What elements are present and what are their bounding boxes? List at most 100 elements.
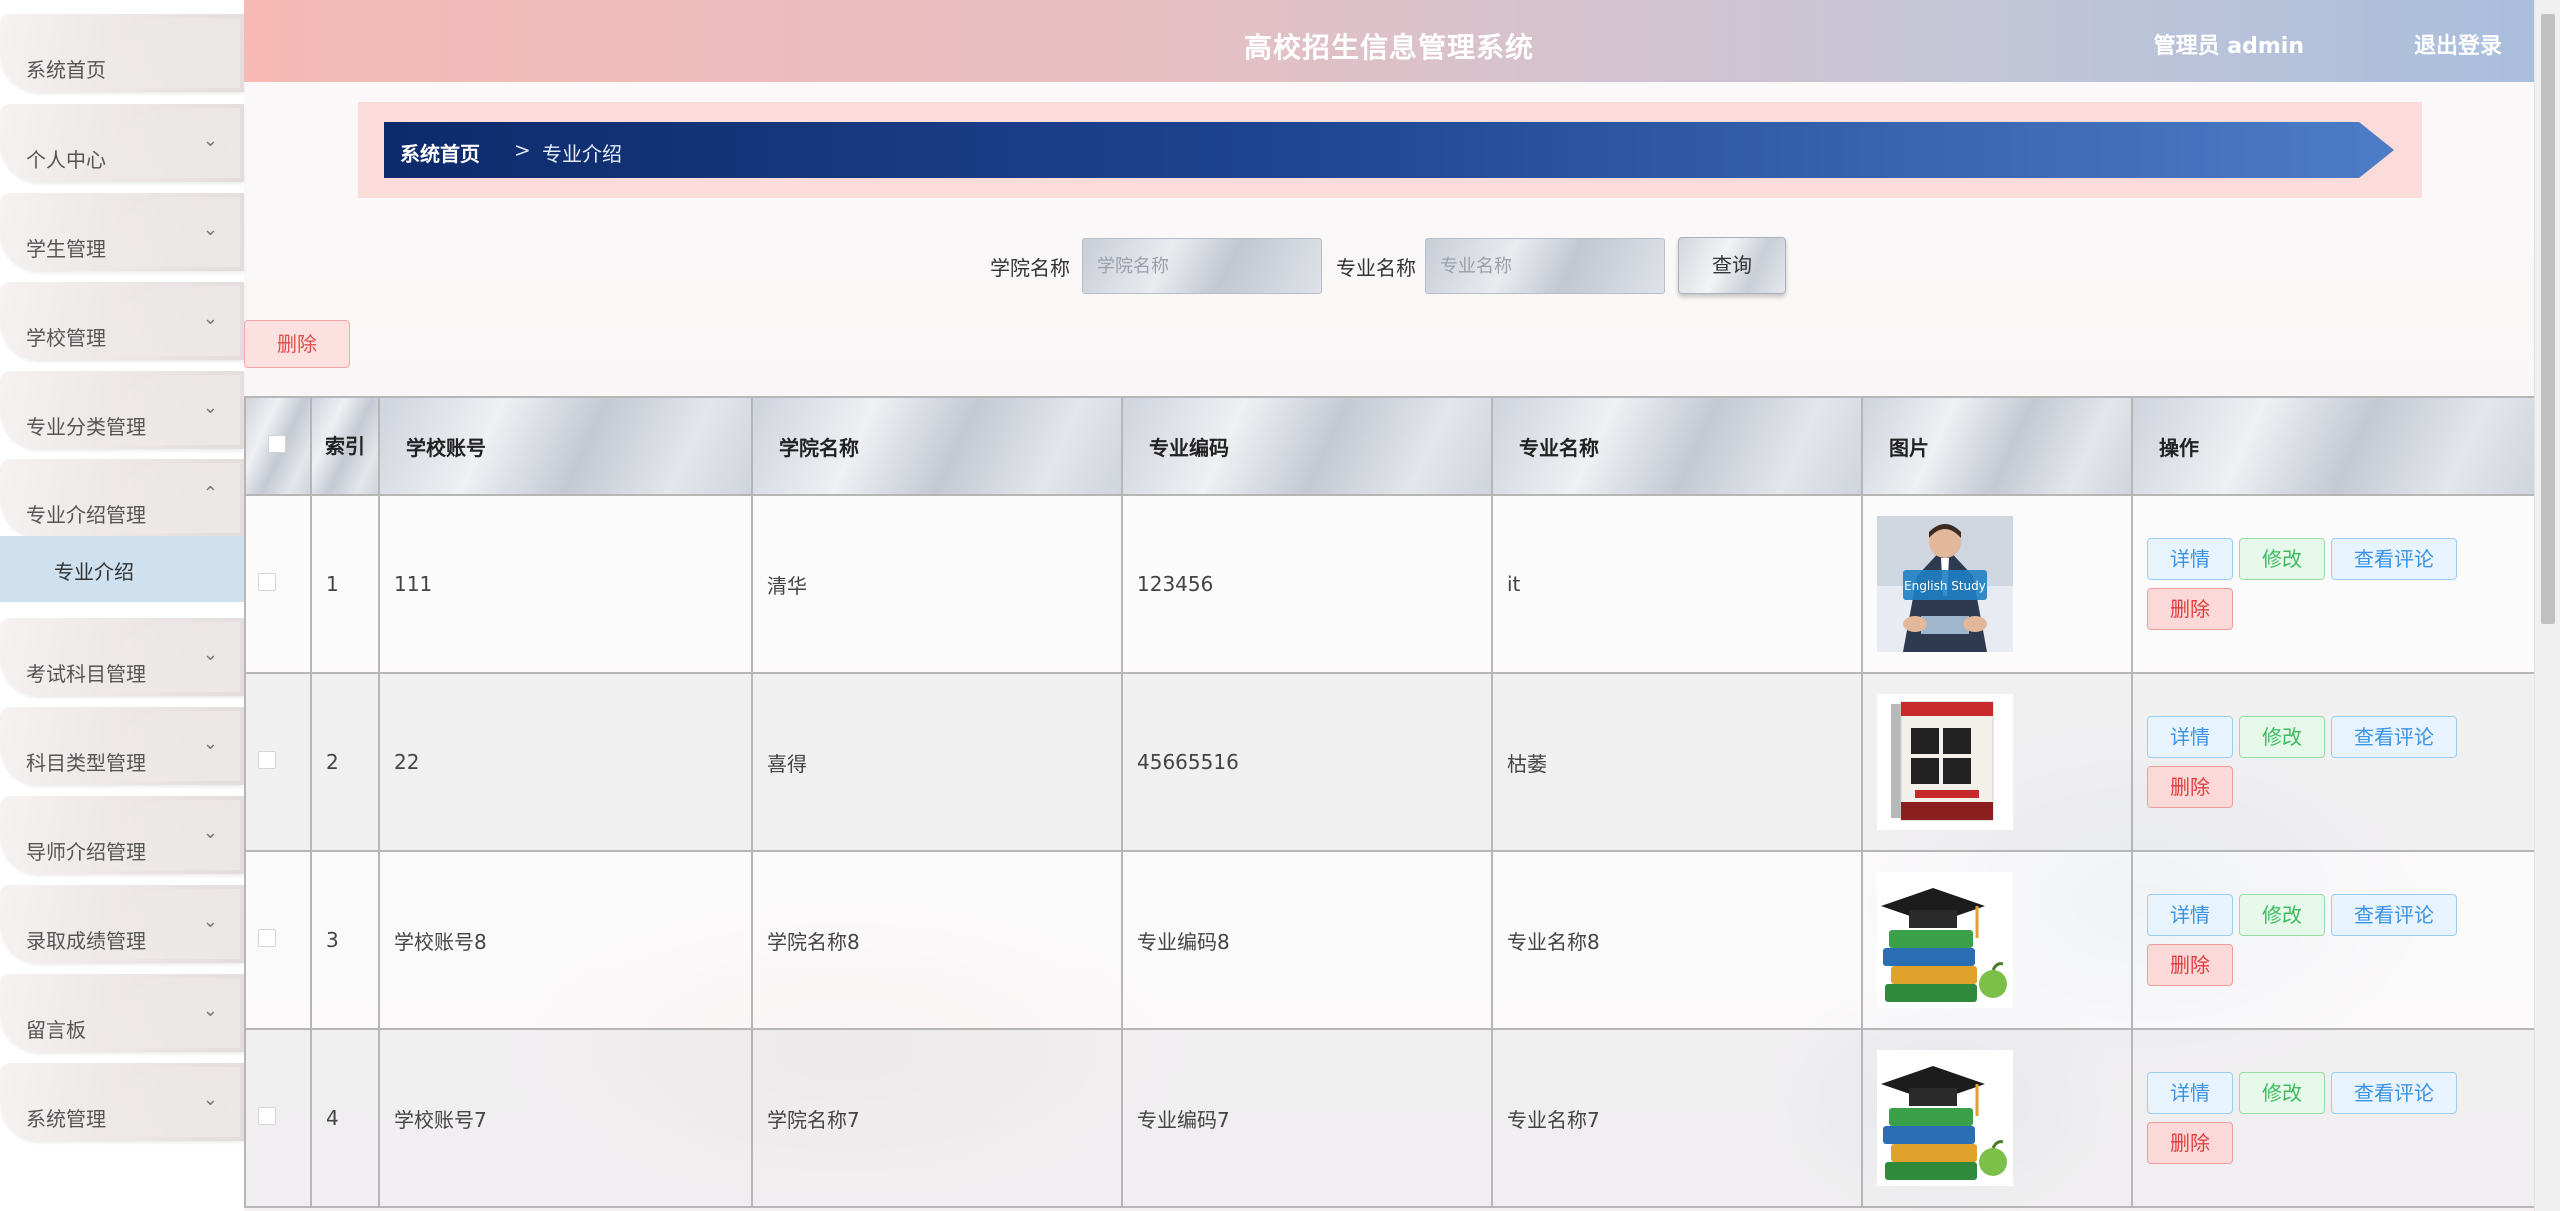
chevron-down-icon: ⌄ xyxy=(202,1000,218,1021)
sidebar-item-system-management[interactable]: 系统管理 ⌄ xyxy=(0,1063,244,1141)
cell-college-name: 学院名称8 xyxy=(751,850,1123,1030)
cell-operations: 详情 修改 查看评论 删除 xyxy=(2131,850,2536,1030)
sidebar-item-tutors[interactable]: 导师介绍管理 ⌄ xyxy=(0,796,244,874)
politics-book-cover[interactable] xyxy=(1877,694,2013,830)
sidebar-item-label: 专业分类管理 xyxy=(26,415,146,439)
submenu-item-major-intro[interactable]: 专业介绍 xyxy=(0,536,244,602)
vertical-scrollbar[interactable] xyxy=(2534,0,2560,1211)
table-row: 1 111 清华 123456 it English Study 详情 修改 查… xyxy=(244,494,2536,674)
batch-delete-button[interactable]: 删除 xyxy=(244,320,350,368)
breadcrumb-home-link[interactable]: 系统首页 xyxy=(400,138,480,167)
chevron-down-icon: ⌄ xyxy=(202,130,218,151)
edit-button[interactable]: 修改 xyxy=(2239,538,2325,580)
delete-button[interactable]: 删除 xyxy=(2147,766,2233,808)
cell-school-account: 学校账号7 xyxy=(378,1028,753,1208)
sidebar-item-exam-subjects[interactable]: 考试科目管理 ⌄ xyxy=(0,618,244,696)
row-checkbox[interactable] xyxy=(258,1107,276,1125)
cell-major-name: 专业名称8 xyxy=(1491,850,1863,1030)
cell-image xyxy=(1861,672,2133,852)
cell-image xyxy=(1861,1028,2133,1208)
scrollbar-thumb[interactable] xyxy=(2541,14,2555,624)
sidebar-item-label: 学生管理 xyxy=(26,237,106,261)
submenu-item-label: 专业介绍 xyxy=(54,560,134,584)
cell-school-account: 学校账号8 xyxy=(378,850,753,1030)
edit-button[interactable]: 修改 xyxy=(2239,1072,2325,1114)
cell-index: 3 xyxy=(310,850,380,1030)
chevron-down-icon: ⌄ xyxy=(202,733,218,754)
sidebar-item-home[interactable]: 系统首页 xyxy=(0,14,244,92)
sidebar-item-students[interactable]: 学生管理 ⌄ xyxy=(0,193,244,271)
major-search-label: 专业名称 xyxy=(1336,256,1416,280)
cell-major-code: 45665516 xyxy=(1121,672,1493,852)
sidebar-item-label: 科目类型管理 xyxy=(26,751,146,775)
graduation-books-icon[interactable] xyxy=(1877,1050,2013,1186)
english-study-photo[interactable]: English Study xyxy=(1877,516,2013,652)
sidebar-item-major-intro[interactable]: 专业介绍管理 ⌃ xyxy=(0,459,244,537)
view-comments-button[interactable]: 查看评论 xyxy=(2331,716,2457,758)
view-comments-button[interactable]: 查看评论 xyxy=(2331,538,2457,580)
detail-button[interactable]: 详情 xyxy=(2147,716,2233,758)
cell-image xyxy=(1861,850,2133,1030)
column-header-major-name[interactable]: 专业名称 xyxy=(1491,396,1863,496)
chevron-down-icon: ⌄ xyxy=(202,911,218,932)
row-select-cell xyxy=(244,1028,312,1208)
row-checkbox[interactable] xyxy=(258,929,276,947)
cell-major-code: 专业编码7 xyxy=(1121,1028,1493,1208)
cell-operations: 详情 修改 查看评论 删除 xyxy=(2131,1028,2536,1208)
cell-index: 2 xyxy=(310,672,380,852)
breadcrumb-separator: > xyxy=(514,138,531,162)
sidebar-item-message-board[interactable]: 留言板 ⌄ xyxy=(0,974,244,1052)
delete-button[interactable]: 删除 xyxy=(2147,588,2233,630)
logout-button[interactable]: 退出登录 xyxy=(2414,28,2502,60)
major-search-input[interactable] xyxy=(1425,238,1665,294)
delete-button[interactable]: 删除 xyxy=(2147,1122,2233,1164)
sidebar-item-label: 系统首页 xyxy=(26,58,106,82)
column-header-college-name[interactable]: 学院名称 xyxy=(751,396,1123,496)
delete-button[interactable]: 删除 xyxy=(2147,944,2233,986)
column-header-operations: 操作 xyxy=(2131,396,2536,496)
column-header-major-code[interactable]: 专业编码 xyxy=(1121,396,1493,496)
query-button[interactable]: 查询 xyxy=(1678,237,1786,294)
detail-button[interactable]: 详情 xyxy=(2147,1072,2233,1114)
cell-major-code: 专业编码8 xyxy=(1121,850,1493,1030)
college-search-label: 学院名称 xyxy=(990,256,1070,280)
sidebar: 系统首页 个人中心 ⌄ 学生管理 ⌄ 学校管理 ⌄ 专业分类管理 ⌄ 专业介绍管… xyxy=(0,0,244,1211)
cell-image: English Study xyxy=(1861,494,2133,674)
select-all-checkbox[interactable] xyxy=(268,435,286,453)
chevron-down-icon: ⌄ xyxy=(202,308,218,329)
college-search-input[interactable] xyxy=(1082,238,1322,294)
table-row: 3 学校账号8 学院名称8 专业编码8 专业名称8 详情 修改 查看评论 删除 xyxy=(244,850,2536,1030)
sidebar-item-label: 系统管理 xyxy=(26,1107,106,1131)
row-select-cell xyxy=(244,850,312,1030)
edit-button[interactable]: 修改 xyxy=(2239,894,2325,936)
row-select-cell xyxy=(244,494,312,674)
cell-school-account: 111 xyxy=(378,494,753,674)
table-row: 4 学校账号7 学院名称7 专业编码7 专业名称7 详情 修改 查看评论 删除 xyxy=(244,1028,2536,1208)
column-header-image: 图片 xyxy=(1861,396,2133,496)
view-comments-button[interactable]: 查看评论 xyxy=(2331,894,2457,936)
view-comments-button[interactable]: 查看评论 xyxy=(2331,1072,2457,1114)
current-user: 管理员 admin xyxy=(2153,34,2304,59)
detail-button[interactable]: 详情 xyxy=(2147,894,2233,936)
breadcrumb: 系统首页 > 专业介绍 xyxy=(384,122,2394,178)
sidebar-item-subject-types[interactable]: 科目类型管理 ⌄ xyxy=(0,707,244,785)
row-select-cell xyxy=(244,672,312,852)
sidebar-item-schools[interactable]: 学校管理 ⌄ xyxy=(0,282,244,360)
top-header: 高校招生信息管理系统 管理员 admin 退出登录 xyxy=(244,0,2534,82)
breadcrumb-container: 系统首页 > 专业介绍 xyxy=(358,102,2422,198)
chevron-down-icon: ⌄ xyxy=(202,822,218,843)
graduation-books-icon[interactable] xyxy=(1877,872,2013,1008)
cell-college-name: 清华 xyxy=(751,494,1123,674)
detail-button[interactable]: 详情 xyxy=(2147,538,2233,580)
chevron-down-icon: ⌄ xyxy=(202,644,218,665)
cell-index: 1 xyxy=(310,494,380,674)
table-row: 2 22 喜得 45665516 枯萎 详情 修改 查看评论 删除 xyxy=(244,672,2536,852)
edit-button[interactable]: 修改 xyxy=(2239,716,2325,758)
sidebar-item-admission-scores[interactable]: 录取成绩管理 ⌄ xyxy=(0,885,244,963)
column-header-school-account[interactable]: 学校账号 xyxy=(378,396,753,496)
sidebar-item-major-categories[interactable]: 专业分类管理 ⌄ xyxy=(0,371,244,449)
row-checkbox[interactable] xyxy=(258,573,276,591)
chevron-down-icon: ⌄ xyxy=(202,1089,218,1110)
row-checkbox[interactable] xyxy=(258,751,276,769)
sidebar-item-personal-center[interactable]: 个人中心 ⌄ xyxy=(0,104,244,182)
